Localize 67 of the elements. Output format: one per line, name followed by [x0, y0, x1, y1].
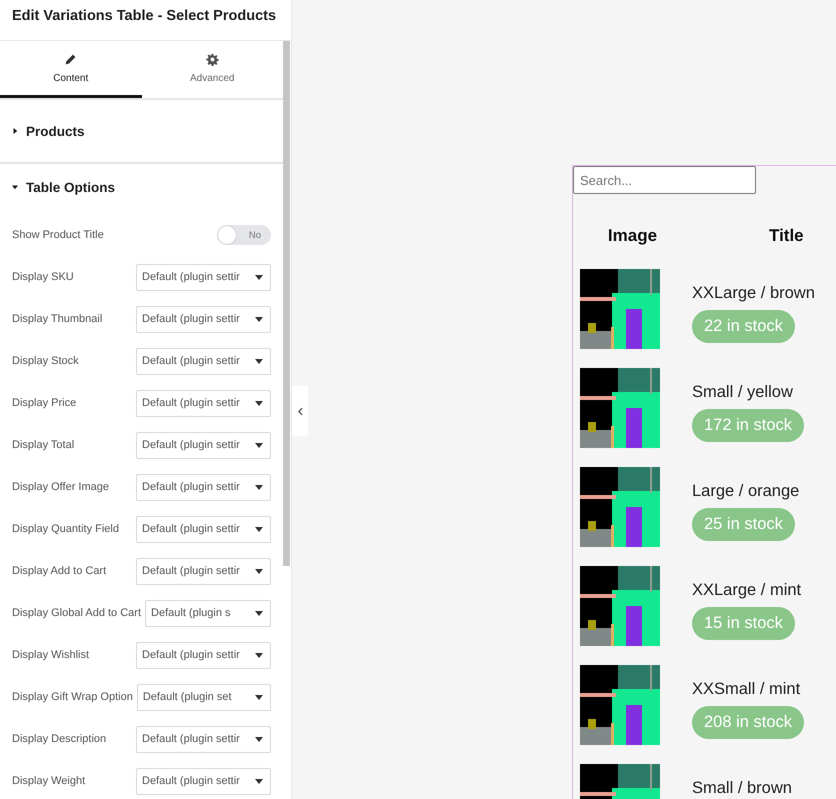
caret-down-icon — [12, 184, 18, 190]
option-label: Display Total — [12, 439, 74, 451]
dropdown[interactable]: Default (plugin settir — [136, 516, 271, 542]
caret-down-icon — [255, 694, 263, 700]
caret-down-icon — [255, 358, 263, 364]
dropdown[interactable]: Default (plugin settir — [136, 306, 271, 332]
stock-badge: 22 in stock — [692, 310, 795, 343]
variation-title: XXLarge / brown — [692, 284, 815, 303]
panel-title: Edit Variations Table - Select Products — [0, 0, 291, 41]
caret-down-icon — [255, 736, 263, 742]
option-label: Display Description — [12, 733, 106, 745]
variation-title: Small / brown — [692, 779, 792, 798]
search-field[interactable]: Search... — [573, 166, 756, 194]
dropdown[interactable]: Default (plugin settir — [136, 390, 271, 416]
dropdown[interactable]: Default (plugin settir — [136, 642, 271, 668]
option-label: Display Weight — [12, 775, 86, 787]
dropdown[interactable]: Default (plugin set — [136, 684, 271, 710]
gear-icon — [206, 52, 219, 66]
caret-down-icon — [255, 526, 263, 532]
dropdown[interactable]: Default (plugin settir — [136, 726, 271, 752]
option-label: Display Offer Image — [12, 481, 110, 493]
option-label: Display Gift Wrap Option — [12, 691, 133, 703]
option-label: Display Stock — [12, 355, 79, 367]
option-label: Display Thumbnail — [12, 313, 102, 325]
scrollbar-thumb[interactable] — [283, 41, 290, 566]
dropdown[interactable]: Default (plugin settir — [136, 474, 271, 500]
caret-down-icon — [255, 568, 263, 574]
stock-badge: 15 in stock — [692, 607, 795, 640]
variation-title: XXSmall / mint — [692, 680, 800, 699]
option-label: Show Product Title — [12, 229, 104, 241]
stock-badge: 208 in stock — [692, 706, 804, 739]
variation-title: XXLarge / mint — [692, 581, 802, 600]
option-label: Display SKU — [12, 271, 74, 283]
option-label: Display Global Add to Cart — [12, 607, 142, 619]
column-header: Image — [606, 226, 658, 247]
caret-down-icon — [255, 274, 263, 280]
advanced-tab[interactable]: Advanced — [142, 41, 283, 98]
section-header[interactable]: Table Options — [0, 164, 283, 210]
content-tab[interactable]: Content — [0, 41, 142, 98]
option-label: Display Quantity Field — [12, 523, 119, 535]
stock-badge: 172 in stock — [692, 409, 804, 442]
collapse-panel-button[interactable] — [292, 386, 308, 436]
caret-right-icon — [12, 128, 18, 134]
dropdown[interactable]: Default (plugin settir — [136, 432, 271, 458]
section-header[interactable]: Products — [0, 100, 283, 162]
caret-down-icon — [255, 610, 263, 616]
caret-down-icon — [255, 400, 263, 406]
variation-title: Small / yellow — [692, 383, 793, 402]
caret-down-icon — [255, 442, 263, 448]
chevron-left-icon — [298, 406, 302, 416]
dropdown[interactable]: Default (plugin settir — [136, 768, 271, 794]
option-label: Display Price — [12, 397, 76, 409]
pencil-icon — [64, 52, 78, 66]
caret-down-icon — [255, 652, 263, 658]
option-label: Display Add to Cart — [12, 565, 106, 577]
column-header: Title — [768, 226, 805, 247]
caret-down-icon — [255, 316, 263, 322]
caret-down-icon — [255, 484, 263, 490]
stock-badge: 25 in stock — [692, 508, 795, 541]
dropdown[interactable]: Default (plugin settir — [136, 558, 271, 584]
dropdown[interactable]: Default (plugin s — [145, 600, 271, 626]
option-label: Display Wishlist — [12, 649, 90, 661]
caret-down-icon — [255, 778, 263, 784]
dropdown[interactable]: Default (plugin settir — [136, 264, 271, 290]
dropdown[interactable]: Default (plugin settir — [136, 348, 271, 374]
toggle-switch[interactable]: No — [217, 225, 271, 245]
variation-title: Large / orange — [692, 482, 800, 501]
